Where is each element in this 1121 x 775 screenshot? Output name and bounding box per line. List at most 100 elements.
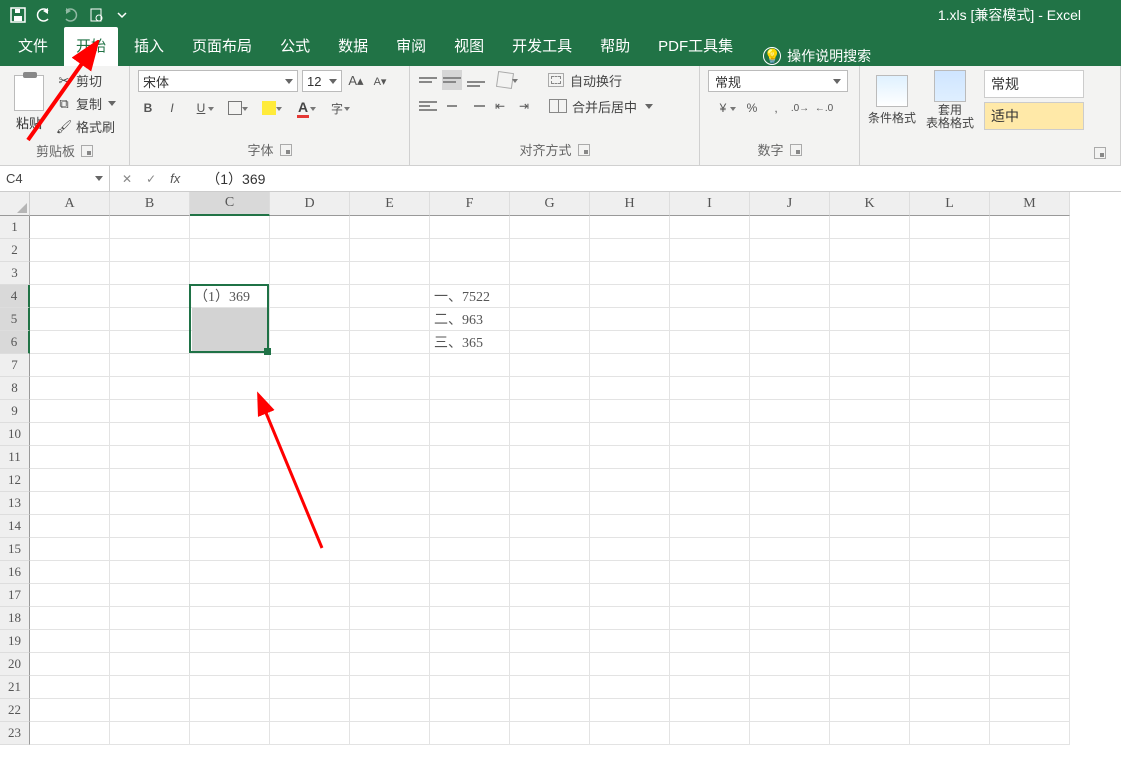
cell[interactable] <box>30 722 110 745</box>
cell[interactable] <box>110 492 190 515</box>
format-as-table-button[interactable]: 套用 表格格式 <box>926 70 974 130</box>
cell[interactable] <box>510 216 590 239</box>
align-right-button[interactable] <box>466 96 486 116</box>
borders-button[interactable] <box>220 98 250 118</box>
cell[interactable] <box>910 354 990 377</box>
phonetic-button[interactable]: 字 <box>322 98 352 118</box>
cell[interactable] <box>350 561 430 584</box>
cell[interactable] <box>590 584 670 607</box>
cell[interactable] <box>30 515 110 538</box>
cell[interactable] <box>830 285 910 308</box>
cell[interactable] <box>750 469 830 492</box>
cell[interactable] <box>830 607 910 630</box>
cell[interactable] <box>350 607 430 630</box>
cell[interactable] <box>670 239 750 262</box>
cell[interactable] <box>190 377 270 400</box>
format-painter-button[interactable]: 🖌 格式刷 <box>54 116 118 137</box>
cell[interactable] <box>110 561 190 584</box>
cell[interactable] <box>270 354 350 377</box>
fx-icon[interactable]: fx <box>170 171 180 186</box>
cell[interactable] <box>30 308 110 331</box>
cells-area[interactable]: （1）369一、7522（2）3644二、963（3）854三、365 <box>30 216 1070 745</box>
cell[interactable] <box>270 515 350 538</box>
cell[interactable] <box>270 538 350 561</box>
cell[interactable] <box>910 423 990 446</box>
cell[interactable] <box>750 515 830 538</box>
cell[interactable] <box>430 722 510 745</box>
row-header[interactable]: 18 <box>0 607 30 630</box>
cell[interactable] <box>750 377 830 400</box>
cell[interactable] <box>430 354 510 377</box>
cell[interactable] <box>350 538 430 561</box>
font-color-button[interactable]: A <box>288 98 318 118</box>
cell[interactable] <box>990 561 1070 584</box>
cell[interactable] <box>110 469 190 492</box>
row-header[interactable]: 5 <box>0 308 30 331</box>
percent-button[interactable]: % <box>742 98 762 118</box>
column-header[interactable]: M <box>990 192 1070 216</box>
column-header[interactable]: B <box>110 192 190 216</box>
cell[interactable] <box>910 722 990 745</box>
cell[interactable] <box>670 400 750 423</box>
row-header[interactable]: 23 <box>0 722 30 745</box>
cell[interactable]: 三、365 <box>430 331 510 354</box>
cell[interactable] <box>110 354 190 377</box>
cancel-icon[interactable]: ✕ <box>122 172 132 186</box>
cell[interactable] <box>910 584 990 607</box>
column-header[interactable]: K <box>830 192 910 216</box>
cell[interactable] <box>590 653 670 676</box>
cell[interactable]: 二、963 <box>430 308 510 331</box>
cell[interactable] <box>990 699 1070 722</box>
cell[interactable] <box>990 584 1070 607</box>
cell[interactable] <box>990 492 1070 515</box>
select-all-corner[interactable] <box>0 192 30 216</box>
align-left-button[interactable] <box>418 96 438 116</box>
cell[interactable] <box>110 262 190 285</box>
column-header[interactable]: F <box>430 192 510 216</box>
tab-developer[interactable]: 开发工具 <box>500 27 584 66</box>
clipboard-launcher-icon[interactable] <box>81 145 93 157</box>
cell[interactable] <box>270 377 350 400</box>
cell[interactable] <box>670 354 750 377</box>
cell[interactable] <box>830 423 910 446</box>
cell[interactable] <box>510 538 590 561</box>
bold-button[interactable]: B <box>138 98 158 118</box>
cell[interactable] <box>350 285 430 308</box>
cell[interactable] <box>510 469 590 492</box>
cell[interactable] <box>30 354 110 377</box>
cell[interactable] <box>510 423 590 446</box>
font-launcher-icon[interactable] <box>280 144 292 156</box>
cell[interactable] <box>750 630 830 653</box>
cell[interactable] <box>590 676 670 699</box>
cell[interactable] <box>750 676 830 699</box>
cell[interactable] <box>270 699 350 722</box>
cell[interactable] <box>110 285 190 308</box>
cell[interactable] <box>990 630 1070 653</box>
cell[interactable] <box>110 239 190 262</box>
cell[interactable] <box>910 216 990 239</box>
cell[interactable] <box>670 423 750 446</box>
cell[interactable] <box>270 584 350 607</box>
cell[interactable] <box>30 216 110 239</box>
cell[interactable] <box>910 239 990 262</box>
row-header[interactable]: 22 <box>0 699 30 722</box>
tab-pdf-tools[interactable]: PDF工具集 <box>646 27 745 66</box>
cell[interactable] <box>270 653 350 676</box>
cell[interactable] <box>430 584 510 607</box>
cell[interactable] <box>270 676 350 699</box>
cell[interactable] <box>110 331 190 354</box>
cell[interactable] <box>830 630 910 653</box>
cell[interactable] <box>510 285 590 308</box>
align-top-button[interactable] <box>418 70 438 90</box>
enter-icon[interactable]: ✓ <box>146 172 156 186</box>
column-header[interactable]: J <box>750 192 830 216</box>
row-header[interactable]: 9 <box>0 400 30 423</box>
column-header[interactable]: D <box>270 192 350 216</box>
cell[interactable] <box>750 722 830 745</box>
cell[interactable] <box>350 722 430 745</box>
cell[interactable] <box>910 446 990 469</box>
column-header[interactable]: L <box>910 192 990 216</box>
row-header[interactable]: 20 <box>0 653 30 676</box>
row-header[interactable]: 13 <box>0 492 30 515</box>
tab-page-layout[interactable]: 页面布局 <box>180 27 264 66</box>
